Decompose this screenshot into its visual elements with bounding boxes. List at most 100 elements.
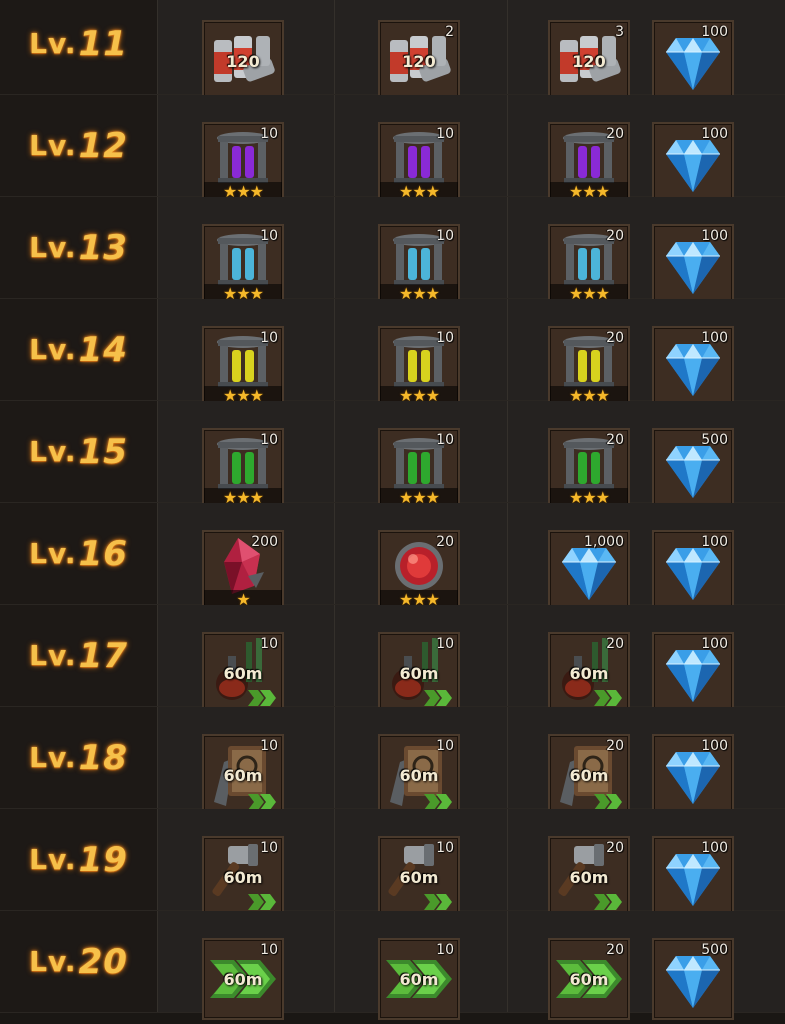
reward-slot[interactable]: 10 ★★★: [202, 428, 284, 510]
reward-slot[interactable]: 20 ★★★: [548, 122, 630, 204]
reward-slot[interactable]: 120: [202, 20, 284, 102]
reward-slot[interactable]: 10 60m: [378, 734, 460, 816]
item-quantity: 20: [606, 738, 624, 754]
reward-slot[interactable]: 20 ★★★: [548, 428, 630, 510]
gem-reward-slot[interactable]: 100: [652, 122, 734, 204]
item-label: 60m: [223, 766, 263, 785]
item-label: 60m: [223, 664, 263, 683]
item-label: 60m: [399, 868, 439, 887]
item-quantity: 100: [701, 738, 728, 754]
item-quantity: 20: [606, 432, 624, 448]
item-quantity: 10: [436, 432, 454, 448]
reward-slot[interactable]: 1,000: [548, 530, 630, 612]
reward-slot[interactable]: 200 ★: [202, 530, 284, 612]
reward-row: Lv. 14 10 ★★★ 10 ★★★ 20 ★★★ 100: [0, 299, 785, 408]
item-quantity: 100: [701, 330, 728, 346]
gem-reward-slot[interactable]: 100: [652, 20, 734, 102]
level-label: Lv. 19: [0, 809, 157, 910]
item-quantity: 200: [251, 534, 278, 550]
reward-slot[interactable]: 10 ★★★: [378, 122, 460, 204]
item-quantity: 3: [615, 24, 624, 40]
item-quantity: 10: [260, 126, 278, 142]
item-quantity: 20: [436, 534, 454, 550]
item-quantity: 500: [701, 942, 728, 958]
reward-slot[interactable]: 10 ★★★: [378, 428, 460, 510]
gem-reward-slot[interactable]: 100: [652, 734, 734, 816]
reward-row: Lv. 15 10 ★★★ 10 ★★★ 20 ★★★ 500: [0, 401, 785, 510]
reward-row: Lv. 12 10 ★★★ 10 ★★★ 20 ★★★ 100: [0, 95, 785, 204]
reward-slot[interactable]: 20 ★★★: [548, 224, 630, 306]
reward-slot[interactable]: 10 60m: [202, 632, 284, 714]
reward-slot[interactable]: 10 60m: [378, 938, 460, 1020]
level-label: Lv. 20: [0, 911, 157, 1012]
reward-slot[interactable]: 10 ★★★: [378, 326, 460, 408]
gem-reward-slot[interactable]: 100: [652, 224, 734, 306]
item-label: 60m: [399, 970, 439, 989]
item-quantity: 20: [606, 636, 624, 652]
gem-reward-slot[interactable]: 100: [652, 632, 734, 714]
item-quantity: 10: [436, 738, 454, 754]
item-quantity: 100: [701, 636, 728, 652]
item-label: 120: [402, 52, 436, 71]
item-label: 120: [226, 52, 260, 71]
level-label: Lv. 13: [0, 197, 157, 298]
reward-slot[interactable]: 10 ★★★: [202, 122, 284, 204]
item-quantity: 10: [260, 330, 278, 346]
level-label: Lv. 14: [0, 299, 157, 400]
reward-row: Lv. 16 200 ★ 20 ★★★ 1,000 100: [0, 503, 785, 612]
reward-slot[interactable]: 10 ★★★: [202, 224, 284, 306]
item-quantity: 10: [260, 228, 278, 244]
item-label: 60m: [223, 970, 263, 989]
level-label: Lv. 16: [0, 503, 157, 604]
item-quantity: 20: [606, 942, 624, 958]
reward-slot[interactable]: 10 60m: [202, 938, 284, 1020]
level-label: Lv. 12: [0, 95, 157, 196]
level-label: Lv. 17: [0, 605, 157, 706]
item-label: 60m: [399, 664, 439, 683]
reward-slot[interactable]: 2 120: [378, 20, 460, 102]
reward-row: Lv. 20 10 60m 10 60m 20 60m 500: [0, 911, 785, 1020]
reward-row: Lv. 18 10 60m 10 60m 20 60m 100: [0, 707, 785, 816]
reward-slot[interactable]: 10 60m: [378, 836, 460, 918]
reward-slot[interactable]: 20 60m: [548, 938, 630, 1020]
level-label: Lv. 11: [0, 0, 157, 94]
gem-reward-slot[interactable]: 100: [652, 530, 734, 612]
item-quantity: 20: [606, 330, 624, 346]
gem-reward-slot[interactable]: 500: [652, 938, 734, 1020]
reward-slot[interactable]: 10 60m: [202, 734, 284, 816]
reward-row: Lv. 17 10 60m 10 60m 20 60m 100: [0, 605, 785, 714]
reward-row: Lv. 13 10 ★★★ 10 ★★★ 20 ★★★ 100: [0, 197, 785, 306]
item-quantity: 20: [606, 126, 624, 142]
item-quantity: 10: [436, 942, 454, 958]
gem-reward-slot[interactable]: 100: [652, 836, 734, 918]
gem-reward-slot[interactable]: 500: [652, 428, 734, 510]
item-quantity: 10: [260, 636, 278, 652]
item-quantity: 100: [701, 534, 728, 550]
reward-slot[interactable]: 10 60m: [378, 632, 460, 714]
gem-reward-slot[interactable]: 100: [652, 326, 734, 408]
item-quantity: 10: [260, 840, 278, 856]
level-label: Lv. 15: [0, 401, 157, 502]
item-quantity: 10: [436, 330, 454, 346]
reward-slot[interactable]: 10 60m: [202, 836, 284, 918]
item-label: 120: [572, 52, 606, 71]
reward-slot[interactable]: 20 ★★★: [548, 326, 630, 408]
level-label: Lv. 18: [0, 707, 157, 808]
reward-slot[interactable]: 3 120: [548, 20, 630, 102]
reward-slot[interactable]: 20 60m: [548, 632, 630, 714]
reward-slot[interactable]: 20 60m: [548, 836, 630, 918]
item-label: 60m: [569, 766, 609, 785]
item-quantity: 10: [436, 636, 454, 652]
item-label: 60m: [569, 970, 609, 989]
reward-row: Lv. 19 10 60m 10 60m 20 60m 100: [0, 809, 785, 918]
item-quantity: 10: [436, 840, 454, 856]
item-quantity: 100: [701, 840, 728, 856]
item-quantity: 100: [701, 228, 728, 244]
reward-slot[interactable]: 20 60m: [548, 734, 630, 816]
item-quantity: 1,000: [583, 534, 624, 550]
reward-slot[interactable]: 10 ★★★: [202, 326, 284, 408]
item-quantity: 10: [436, 228, 454, 244]
reward-slot[interactable]: 10 ★★★: [378, 224, 460, 306]
reward-slot[interactable]: 20 ★★★: [378, 530, 460, 612]
item-quantity: 2: [445, 24, 454, 40]
